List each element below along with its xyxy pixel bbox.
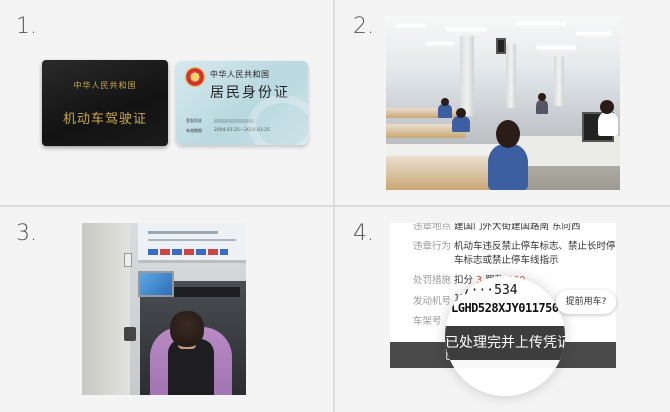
magnifier-lens: 17···534 LGHD528XJY011750 已处理完并上传凭证: [445, 276, 565, 396]
ceiling-light: [516, 22, 566, 25]
national-emblem-icon: [185, 67, 205, 87]
magnified-frame-value: LGHD528XJY011750: [451, 301, 559, 315]
step-number: 4.: [353, 221, 374, 246]
ceiling-light: [536, 46, 576, 49]
atm-screen: [138, 271, 174, 297]
id-card-pattern: [248, 95, 308, 145]
hall-pillar: [460, 36, 474, 116]
bank-sign: [138, 223, 246, 263]
behavior-value-line2: 车标志或禁止停车线指示: [454, 255, 559, 266]
staff-head: [441, 98, 449, 106]
step-panel-service-hall: 2.: [335, 0, 670, 205]
visitor-head: [538, 93, 546, 101]
location-label: 违章地点: [413, 223, 452, 232]
display-screen: [496, 38, 506, 54]
wall-switch: [124, 327, 136, 341]
wall-sign: [124, 253, 132, 267]
step-panel-app: 4. 违章地点 建国门外大街建国路南 东向西 违章行为 机动车违反禁止停车标志、…: [335, 207, 670, 412]
early-use-button[interactable]: 提前用车?: [556, 290, 616, 314]
id-card-image: 中华人民共和国 居民身份证 签发机关 有效期限 2004.03.25—2024.…: [176, 61, 308, 145]
card-logos: [148, 249, 228, 255]
hall-pillar: [554, 56, 564, 106]
step-number: 2.: [353, 14, 374, 39]
sign-text-line: [148, 239, 236, 241]
atm-photo: [82, 223, 246, 395]
license-title-text: 机动车驾驶证: [62, 112, 147, 127]
behavior-label: 违章行为: [413, 241, 452, 252]
visitor-person: [536, 100, 548, 114]
behavior-value-line1: 机动车违反禁止停车标志、禁止长时停: [454, 241, 616, 252]
counter-desk: [386, 144, 506, 156]
staff-person: [452, 116, 470, 132]
id-issuer-label: 签发机关: [186, 118, 202, 123]
sign-text-line: [148, 231, 218, 234]
driving-license-image: 中华人民共和国 机动车驾驶证: [42, 60, 168, 146]
service-counter: [386, 156, 496, 190]
ceiling-light: [446, 28, 486, 31]
location-value: 建国门外大街建国路南 东向西: [454, 223, 581, 232]
staff-person: [488, 144, 528, 190]
staff-head: [600, 100, 614, 114]
ceiling-light: [426, 42, 454, 45]
hall-pillar: [506, 44, 516, 108]
license-country-text: 中华人民共和国: [73, 81, 137, 90]
staff-head: [456, 108, 466, 118]
process-steps-grid: 1. 中华人民共和国 机动车驾驶证 中华人民共和国 居民身份证 签发机关 有效期…: [0, 0, 670, 412]
penalty-label: 处罚措施: [413, 275, 452, 286]
step-panel-documents: 1. 中华人民共和国 机动车驾驶证 中华人民共和国 居民身份证 签发机关 有效期…: [0, 0, 333, 205]
step-number: 3.: [16, 221, 37, 246]
magnified-upload-button: 已处理完并上传凭证: [445, 326, 565, 360]
engine-label: 发动机号: [413, 296, 452, 307]
step-panel-atm: 3.: [0, 207, 333, 412]
id-validity-label: 有效期限: [186, 128, 202, 133]
staff-head: [496, 120, 520, 148]
ceiling-light: [396, 24, 426, 27]
staff-person: [438, 104, 452, 118]
staff-person: [598, 112, 618, 136]
ceiling-light: [576, 32, 612, 35]
step-number: 1.: [16, 14, 37, 39]
id-country-text: 中华人民共和国: [210, 70, 270, 79]
magnified-engine-value: 17···534: [455, 283, 518, 298]
atm-wall: [82, 223, 130, 395]
service-hall-photo: [386, 16, 620, 190]
customer-head: [170, 311, 204, 347]
frame-label: 车架号: [413, 316, 442, 327]
